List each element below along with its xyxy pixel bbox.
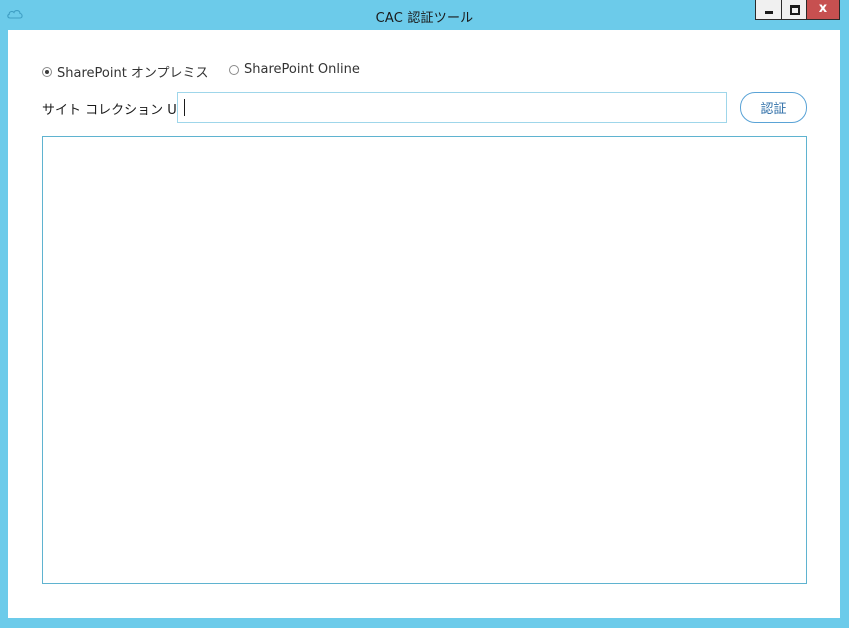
maximize-button[interactable] (781, 0, 807, 20)
minimize-button[interactable] (755, 0, 781, 20)
radio-selected-icon[interactable] (42, 66, 52, 77)
output-log-area[interactable] (42, 136, 807, 584)
authenticate-button[interactable]: 認証 (740, 92, 807, 123)
radio-sharepoint-online[interactable]: SharePoint Online (229, 62, 360, 77)
text-caret (184, 99, 185, 116)
site-collection-url-label: サイト コレクション URL (42, 103, 194, 118)
close-icon: x (818, 1, 828, 16)
title-bar[interactable]: CAC 認証ツール x (0, 0, 849, 30)
radio-sharepoint-online-label: SharePoint Online (244, 62, 360, 77)
window-title: CAC 認証ツール (375, 11, 474, 26)
close-button[interactable]: x (807, 0, 840, 20)
client-area: SharePoint オンプレミス SharePoint Online サイト … (8, 30, 840, 618)
radio-unselected-icon[interactable] (229, 64, 239, 75)
site-collection-url-input[interactable] (177, 92, 727, 123)
radio-sharepoint-onpremises-label: SharePoint オンプレミス (57, 66, 209, 81)
radio-sharepoint-onpremises[interactable]: SharePoint オンプレミス (42, 62, 209, 81)
app-window: CAC 認証ツール x SharePoint オンプレミス SharePoint… (0, 0, 849, 628)
